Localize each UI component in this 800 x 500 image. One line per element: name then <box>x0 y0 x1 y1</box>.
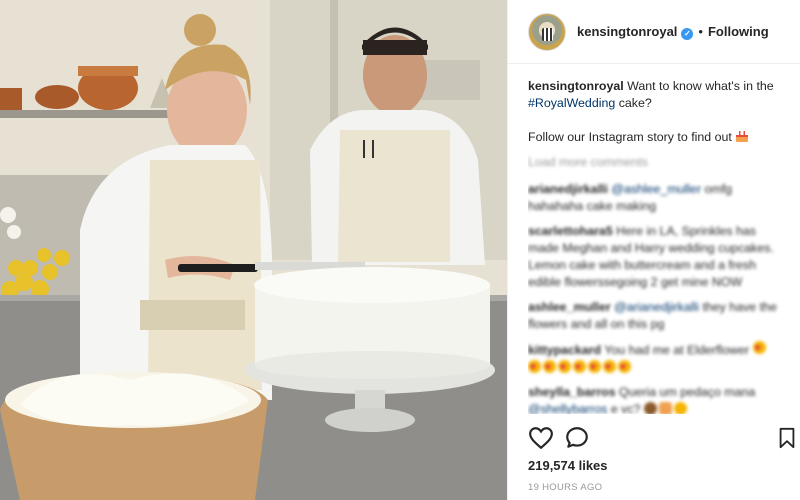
heart-eyes-emoji-icon <box>528 359 541 376</box>
hashtag-link[interactable]: #RoyalWedding <box>528 96 615 110</box>
likes-count[interactable]: 219,574 likes <box>528 458 608 473</box>
avatar[interactable] <box>528 12 566 51</box>
comment-text: Queria um pedaço mana <box>615 385 756 399</box>
comment-username[interactable]: scarlettohara5 <box>528 224 613 238</box>
comment-mention[interactable]: @arianedjirkalli <box>614 300 699 314</box>
separator-dot: • <box>698 24 703 39</box>
heart-eyes-emoji-icon <box>543 359 556 376</box>
caption: kensingtonroyal Want to know what's in t… <box>528 78 783 112</box>
heart-icon[interactable] <box>528 425 554 451</box>
comment-icon[interactable] <box>564 425 590 451</box>
comment-username[interactable]: ashlee_muller <box>528 300 611 314</box>
heart-eyes-emoji-icon <box>558 359 571 376</box>
bookmark-icon[interactable] <box>776 425 798 451</box>
emoji-row <box>528 359 631 376</box>
post-header: kensingtonroyal ✓ • Following <box>508 0 800 64</box>
comment-item: kittypackard You had me at Elderflower <box>528 340 783 376</box>
comment-item: sheylla_barros Queria um pedaço mana @sh… <box>528 384 783 414</box>
following-button[interactable]: Following <box>708 24 769 39</box>
username-link[interactable]: kensingtonroyal <box>577 24 677 39</box>
comment-text: e vc? <box>607 402 641 414</box>
caption-username[interactable]: kensingtonroyal <box>528 79 624 93</box>
birthday-cake-emoji-icon <box>735 131 748 142</box>
cake-emoji-icon <box>658 402 672 414</box>
heart-eyes-emoji-icon <box>603 359 616 376</box>
comment-username[interactable]: kittypackard <box>528 343 601 357</box>
caption-text-before: Want to know what's in the <box>623 79 774 93</box>
heart-eyes-emoji-icon <box>752 340 766 357</box>
comments-section[interactable]: kensingtonroyal Want to know what's in t… <box>528 74 783 414</box>
comment-item: ashlee_muller @arianedjirkalli they have… <box>528 299 783 333</box>
smile-emoji-icon <box>673 402 687 414</box>
emoji-icon <box>643 402 657 414</box>
comment-mention[interactable]: @shellybarros <box>528 402 607 414</box>
emoji-row <box>643 402 687 414</box>
heart-eyes-emoji-icon <box>588 359 601 376</box>
comment-text: You had me at Elderflower <box>601 343 750 357</box>
load-more-comments-link[interactable]: Load more comments <box>528 154 783 171</box>
comment-mention[interactable]: @ashlee_muller <box>611 182 701 196</box>
heart-eyes-emoji-icon <box>573 359 586 376</box>
post-timestamp[interactable]: 19 HOURS AGO <box>528 482 602 493</box>
post-sidebar: kensingtonroyal ✓ • Following kensingtonr… <box>507 0 800 500</box>
caption-follow-line: Follow our Instagram story to find out <box>528 129 783 146</box>
comment-username[interactable]: sheylla_barros <box>528 385 615 399</box>
action-bar <box>526 425 795 453</box>
follow-line-text: Follow our Instagram story to find out <box>528 130 732 144</box>
cake-making-photo <box>0 0 507 500</box>
post-photo[interactable] <box>0 0 507 500</box>
caption-text-after: cake? <box>615 96 652 110</box>
heart-eyes-emoji-icon <box>618 359 631 376</box>
header-username[interactable]: kensingtonroyal ✓ <box>577 24 694 40</box>
verified-badge-icon: ✓ <box>681 27 694 40</box>
comment-item: arianedjirkalli @ashlee_muller omfg haha… <box>528 181 783 215</box>
comment-item: scarlettohara5 Here in LA, Sprinkles has… <box>528 223 783 291</box>
comment-username[interactable]: arianedjirkalli <box>528 182 608 196</box>
